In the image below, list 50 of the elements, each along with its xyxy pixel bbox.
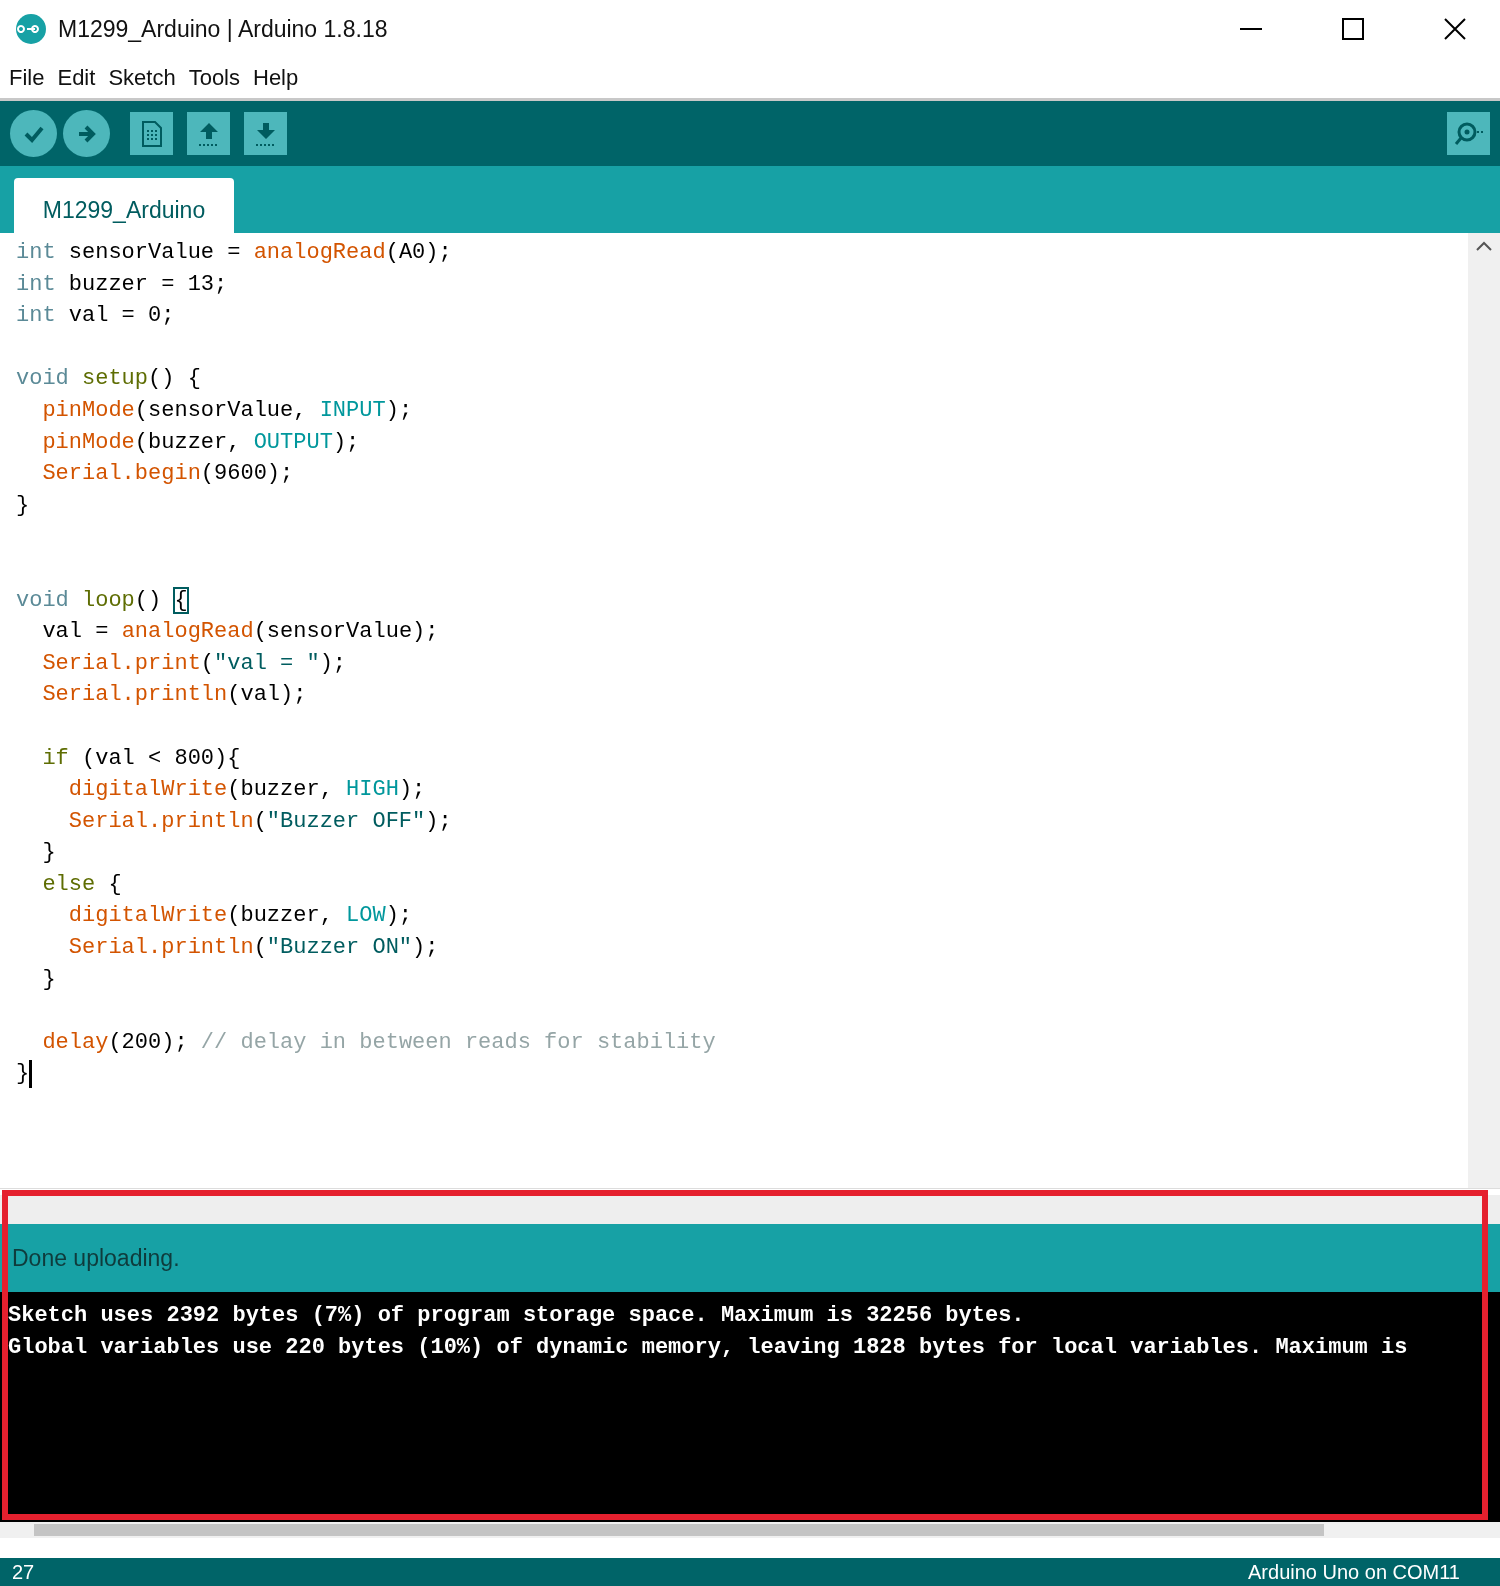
verify-button[interactable] xyxy=(10,110,57,157)
code-line: pinMode(buzzer, OUTPUT); xyxy=(41,428,360,457)
code-line: digitalWrite(buzzer, HIGH); xyxy=(67,776,426,805)
menu-item[interactable]: Tools xyxy=(183,65,248,91)
code-line: } xyxy=(16,1060,30,1089)
scrollbar-thumb[interactable] xyxy=(34,1524,1324,1536)
upload-button[interactable] xyxy=(63,110,110,157)
code-line: Serial.print("val = "); xyxy=(41,649,347,678)
minimize-icon xyxy=(1240,28,1262,30)
code-line: } xyxy=(41,965,56,994)
new-button[interactable] xyxy=(130,112,173,155)
code-line: void setup() { xyxy=(16,365,201,394)
serial-monitor-button[interactable] xyxy=(1447,112,1490,155)
code-line: delay(200); // delay in between reads for stability xyxy=(41,1028,716,1057)
code-line: Serial.println("Buzzer OFF"); xyxy=(67,807,452,836)
save-button[interactable] xyxy=(244,112,287,155)
menu-item[interactable]: Sketch xyxy=(103,65,184,91)
board-port-label: Arduino Uno on COM11 xyxy=(1248,1560,1460,1584)
console-line: Sketch uses 2392 bytes (7%) of program storage space. Maximum is 32256 bytes. xyxy=(8,1302,1026,1330)
scroll-up-icon[interactable] xyxy=(1476,241,1492,251)
menu-item[interactable]: Edit xyxy=(52,65,104,91)
code-line: int val = 0; xyxy=(16,302,175,331)
maximize-icon xyxy=(1342,18,1364,40)
code-line: Serial.println(val); xyxy=(41,681,307,710)
open-button[interactable] xyxy=(187,112,230,155)
code-line: void loop() { xyxy=(16,586,188,615)
magnifier-icon xyxy=(1453,120,1484,147)
app-logo-icon xyxy=(16,14,46,44)
code-line: } xyxy=(41,839,56,868)
console-line: Global variables use 220 bytes (10%) of dynamic memory, leaving 1828 bytes for local variables. Maximum is xyxy=(8,1334,1409,1362)
close-icon xyxy=(1444,18,1466,40)
code-line: digitalWrite(buzzer, LOW); xyxy=(67,902,413,931)
code-line: } xyxy=(16,491,30,520)
code-line: else { xyxy=(41,870,122,899)
status-message: Done uploading. xyxy=(12,1244,180,1272)
file-tab[interactable]: M1299_Arduino xyxy=(14,178,234,233)
code-line: Serial.println("Buzzer ON"); xyxy=(67,934,439,963)
line-number: 27 xyxy=(12,1560,35,1584)
code-line: int sensorValue = analogRead(A0); xyxy=(16,239,452,267)
menu-item[interactable]: File xyxy=(4,65,53,91)
document-icon xyxy=(140,120,163,147)
code-line: pinMode(sensorValue, INPUT); xyxy=(41,396,413,425)
arrow-up-icon xyxy=(196,120,221,147)
code-line: val = analogRead(sensorValue); xyxy=(41,618,439,647)
code-line: Serial.begin(9600); xyxy=(41,460,294,489)
code-line: if (val < 800){ xyxy=(41,744,241,773)
code-line: int buzzer = 13; xyxy=(16,270,228,299)
window-title: M1299_Arduino | Arduino 1.8.18 xyxy=(58,15,389,43)
arrow-down-icon xyxy=(253,120,278,147)
menu-item[interactable]: Help xyxy=(248,65,307,91)
